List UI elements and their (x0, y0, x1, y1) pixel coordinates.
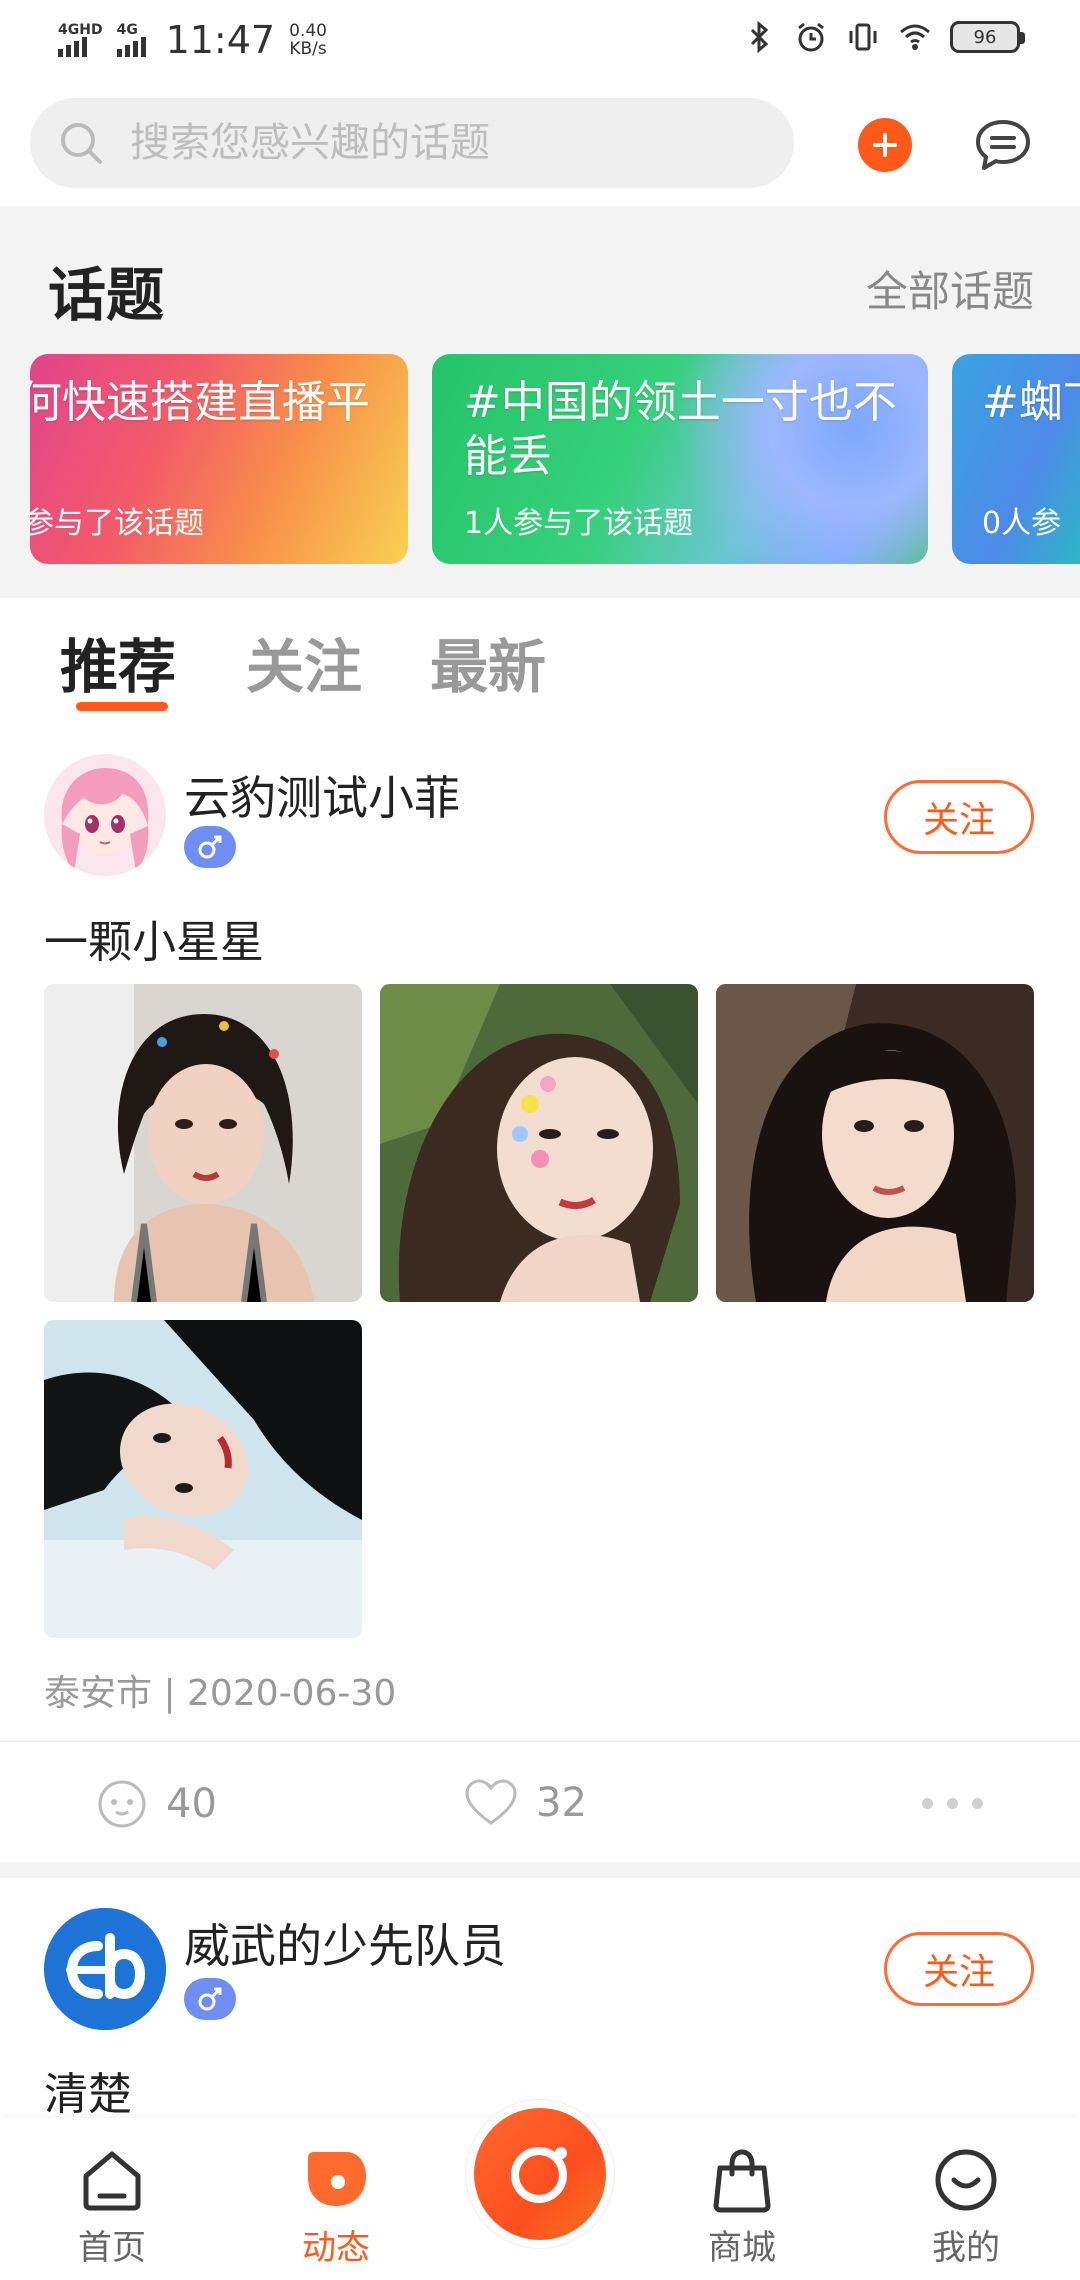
plus-icon (873, 133, 897, 157)
signal-1: 4GHD (58, 23, 103, 57)
nav-mine-label: 我的 (932, 2228, 1000, 2268)
avatar[interactable] (44, 1908, 166, 2030)
nav-mall[interactable]: 商城 (672, 2144, 812, 2269)
photo-image (44, 984, 362, 1302)
topic-title: 何快速搭建直播平 (30, 377, 370, 428)
post-text: 一颗小星星 (44, 917, 264, 968)
follow-button[interactable]: 关注 (884, 1932, 1034, 2006)
more-icon[interactable] (922, 1798, 983, 1809)
photo-image (44, 1320, 362, 1638)
profile-icon (935, 2149, 997, 2211)
dynamic-icon (308, 2152, 366, 2206)
search-input[interactable] (130, 120, 750, 166)
topics-section: 话题 全部话题 何快速搭建直播平 参与了该话题 #中国的领土一寸也不能丢 1人参… (0, 206, 1080, 598)
search-bar[interactable] (30, 98, 794, 188)
post-card: 威武的少先队员 关注 清楚 (0, 1878, 1080, 2120)
like-count: 32 (536, 1780, 587, 1826)
male-icon (184, 826, 236, 868)
feed-tabs: 推荐 关注 最新 (0, 598, 1080, 726)
network-type-1: 4GHD (58, 22, 103, 38)
alarm-icon (798, 22, 824, 52)
network-type-2: 4G (116, 22, 138, 38)
post-text: 清楚 (44, 2069, 132, 2120)
post-photo[interactable] (716, 984, 1034, 1302)
topic-participants: 1人参与了该话题 (464, 506, 694, 541)
status-bar: 4GHD 4G 11:47 0.40 KB/s 96 (0, 0, 1080, 84)
topic-card[interactable]: #蜘下来 0人参 (952, 354, 1080, 564)
nav-mall-label: 商城 (708, 2228, 776, 2268)
status-left: 4GHD 4G 11:47 0.40 KB/s (58, 18, 327, 62)
signal-bars-icon (58, 37, 87, 57)
message-icon[interactable] (972, 114, 1034, 176)
battery-icon: 96 (950, 21, 1025, 53)
post-location-date: 泰安市 | 2020-06-30 (44, 1673, 397, 1714)
tab-following[interactable]: 关注 (246, 620, 362, 704)
post-card: 云豹测试小菲 关注 一颗小星星 泰安市 | 2020-06-30 40 32 (0, 726, 1080, 1862)
nav-home-label: 首页 (78, 2228, 146, 2268)
post-photo[interactable] (380, 984, 698, 1302)
battery-level: 96 (973, 26, 997, 48)
tab-recommended[interactable]: 推荐 (60, 620, 176, 704)
topic-card[interactable]: #中国的领土一寸也不能丢 1人参与了该话题 (432, 354, 928, 564)
avatar[interactable] (44, 754, 166, 876)
home-icon (83, 2151, 141, 2211)
network-speed: 0.40 KB/s (289, 22, 327, 58)
photo-image (380, 984, 698, 1302)
all-topics-link[interactable]: 全部话题 (866, 258, 1034, 319)
vibrate-icon (849, 23, 877, 51)
comment-count: 40 (166, 1781, 217, 1827)
post-photo[interactable] (44, 1320, 362, 1638)
nav-dynamic[interactable]: 动态 (266, 2144, 406, 2269)
comment-icon (98, 1780, 146, 1828)
camera-button[interactable] (474, 2108, 606, 2240)
comment-button[interactable]: 40 (96, 1778, 217, 1830)
tab-latest[interactable]: 最新 (430, 620, 546, 704)
avatar-image (44, 754, 166, 876)
signal-bars-icon (116, 37, 146, 57)
nav-home[interactable]: 首页 (42, 2144, 182, 2269)
divider (0, 1740, 1080, 1742)
signal-2: 4G (116, 22, 146, 57)
speed-value: 0.40 (289, 21, 327, 41)
add-post-button[interactable] (858, 118, 912, 172)
topic-card[interactable]: 何快速搭建直播平 参与了该话题 (30, 354, 408, 564)
username[interactable]: 威武的少先队员 (184, 1910, 506, 1976)
nav-mine[interactable]: 我的 (896, 2144, 1036, 2269)
male-icon (184, 1978, 236, 2020)
photo-image (716, 984, 1034, 1302)
nav-dynamic-label: 动态 (302, 2228, 370, 2268)
heart-icon (465, 1779, 517, 1825)
camera-icon (511, 2147, 567, 2203)
tab-indicator (76, 702, 168, 711)
post-photo[interactable] (44, 984, 362, 1302)
shopping-bag-icon (713, 2149, 771, 2213)
topic-title: #蜘下来 (982, 377, 1080, 428)
search-icon (61, 123, 102, 164)
username[interactable]: 云豹测试小菲 (184, 762, 460, 828)
topic-participants: 0人参 (982, 506, 1062, 541)
avatar-logo-icon (44, 1908, 166, 2030)
bluetooth-icon (750, 20, 769, 54)
status-right: 96 (742, 20, 1025, 54)
follow-button[interactable]: 关注 (884, 780, 1034, 854)
like-button[interactable]: 32 (464, 1778, 587, 1828)
topics-title: 话题 (48, 261, 165, 329)
topic-participants: 参与了该话题 (30, 506, 204, 541)
topic-title: #中国的领土一寸也不能丢 (464, 377, 897, 482)
speed-unit: KB/s (289, 39, 327, 59)
section-gap (0, 1862, 1080, 1878)
clock: 11:47 (165, 18, 276, 62)
wifi-icon (900, 24, 930, 50)
